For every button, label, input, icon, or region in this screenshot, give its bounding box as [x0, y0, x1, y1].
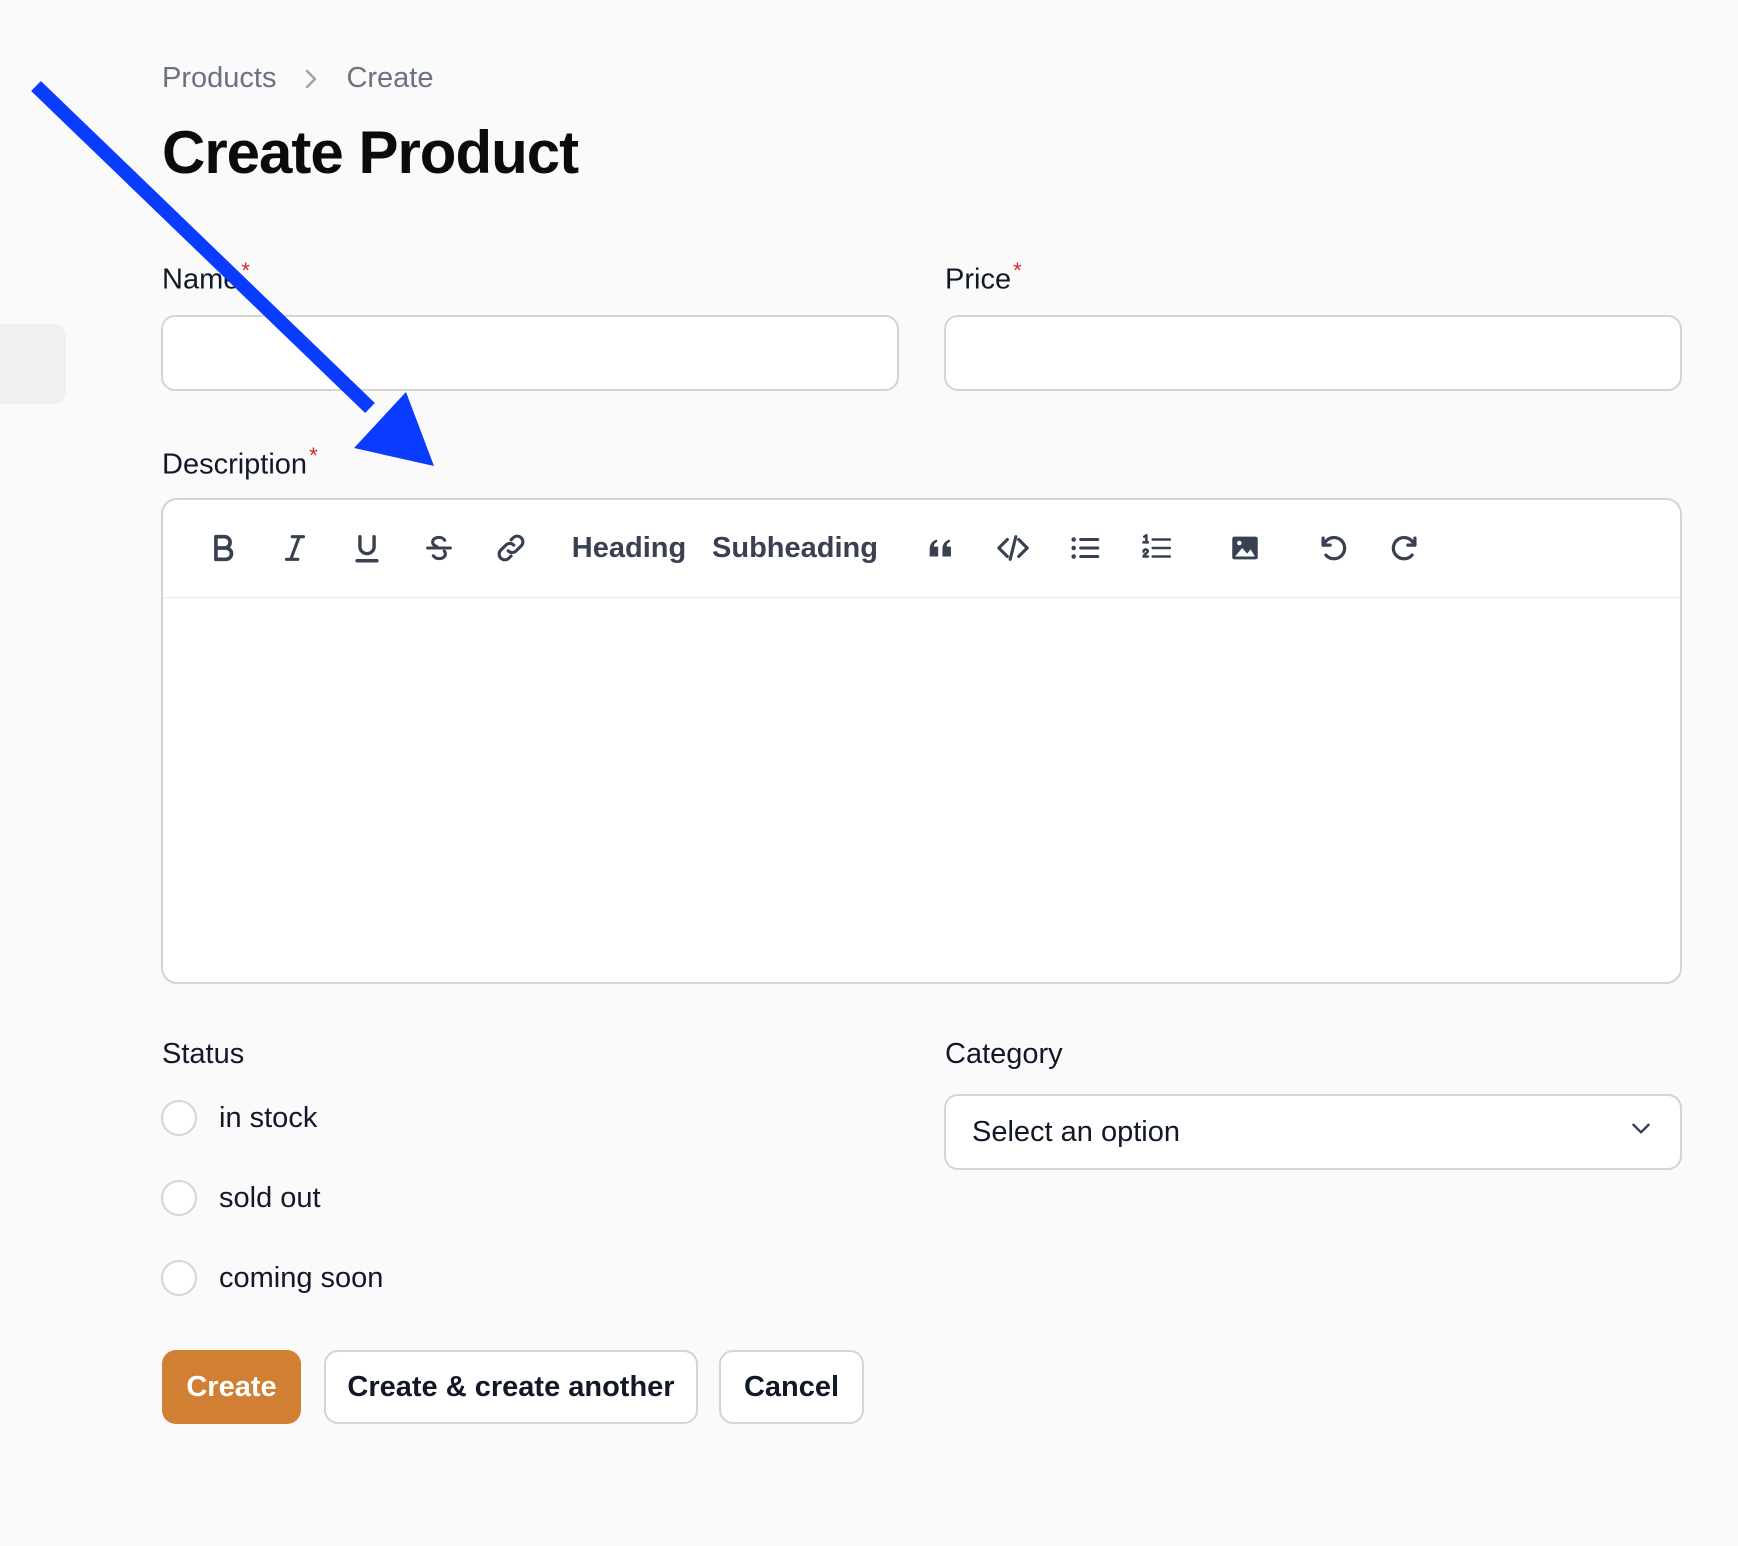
name-input[interactable] — [161, 315, 899, 391]
undo-button[interactable] — [1305, 520, 1361, 576]
category-select[interactable]: Select an option — [944, 1094, 1682, 1170]
link-icon — [497, 534, 525, 562]
create-another-button[interactable]: Create & create another — [324, 1350, 698, 1424]
name-label: Name* — [162, 258, 250, 297]
price-input[interactable] — [944, 315, 1682, 391]
heading-button-label: Heading — [571, 531, 687, 564]
code-button[interactable] — [985, 520, 1041, 576]
page: Products Create Create Product Name* Pri… — [0, 0, 1738, 1546]
subheading-button[interactable]: Subheading — [705, 520, 885, 576]
code-icon — [997, 535, 1029, 561]
image-icon — [1232, 536, 1258, 560]
heading-button[interactable]: Heading — [565, 520, 693, 576]
quote-button[interactable] — [913, 520, 969, 576]
status-option-coming-soon[interactable]: coming soon — [161, 1260, 383, 1296]
undo-icon — [1321, 535, 1347, 561]
page-title: Create Product — [162, 119, 579, 186]
breadcrumb: Products Create — [162, 62, 434, 95]
status-option-in-stock[interactable]: in stock — [161, 1100, 317, 1136]
description-label-text: Description — [162, 448, 308, 481]
chevron-down-icon — [1628, 1115, 1654, 1149]
quote-icon — [929, 539, 951, 557]
cancel-button[interactable]: Cancel — [719, 1350, 864, 1424]
chevron-right-icon — [302, 67, 320, 91]
redo-button[interactable] — [1377, 520, 1433, 576]
strikethrough-icon — [426, 535, 452, 561]
price-label-text: Price — [945, 263, 1012, 296]
radio-label: sold out — [219, 1181, 321, 1214]
breadcrumb-item-products[interactable]: Products — [162, 62, 276, 95]
radio-button[interactable] — [161, 1260, 197, 1296]
required-marker: * — [309, 443, 318, 468]
description-editor-content[interactable] — [163, 598, 1680, 982]
description-label: Description* — [162, 443, 318, 482]
ordered-list-icon — [1142, 533, 1172, 558]
subheading-button-label: Subheading — [712, 531, 878, 564]
italic-button[interactable] — [267, 520, 323, 576]
status-label: Status — [162, 1038, 245, 1070]
category-select-value: Select an option — [972, 1115, 1180, 1148]
bold-icon — [214, 534, 234, 562]
breadcrumb-item-create: Create — [346, 62, 434, 94]
description-editor: Heading Subheading — [161, 498, 1682, 984]
radio-button[interactable] — [161, 1100, 197, 1136]
underline-button[interactable] — [339, 520, 395, 576]
italic-icon — [284, 535, 306, 561]
bold-button[interactable] — [195, 520, 251, 576]
bullet-list-button[interactable] — [1057, 520, 1113, 576]
required-marker: * — [241, 258, 250, 283]
radio-button[interactable] — [161, 1180, 197, 1216]
ordered-list-button[interactable] — [1129, 520, 1185, 576]
bullet-list-icon — [1071, 537, 1100, 559]
create-button[interactable]: Create — [162, 1350, 301, 1424]
required-marker: * — [1013, 258, 1022, 283]
status-option-sold-out[interactable]: sold out — [161, 1180, 321, 1216]
strikethrough-button[interactable] — [411, 520, 467, 576]
price-label: Price* — [945, 258, 1022, 297]
sidebar-collapsed-stub — [0, 324, 66, 404]
image-button[interactable] — [1217, 520, 1273, 576]
link-button[interactable] — [483, 520, 539, 576]
redo-icon — [1391, 535, 1417, 561]
category-label: Category — [945, 1038, 1063, 1070]
editor-toolbar: Heading Subheading — [163, 500, 1680, 598]
underline-icon — [355, 534, 379, 563]
radio-label: coming soon — [219, 1261, 384, 1294]
radio-label: in stock — [219, 1101, 318, 1134]
name-label-text: Name — [162, 263, 240, 296]
